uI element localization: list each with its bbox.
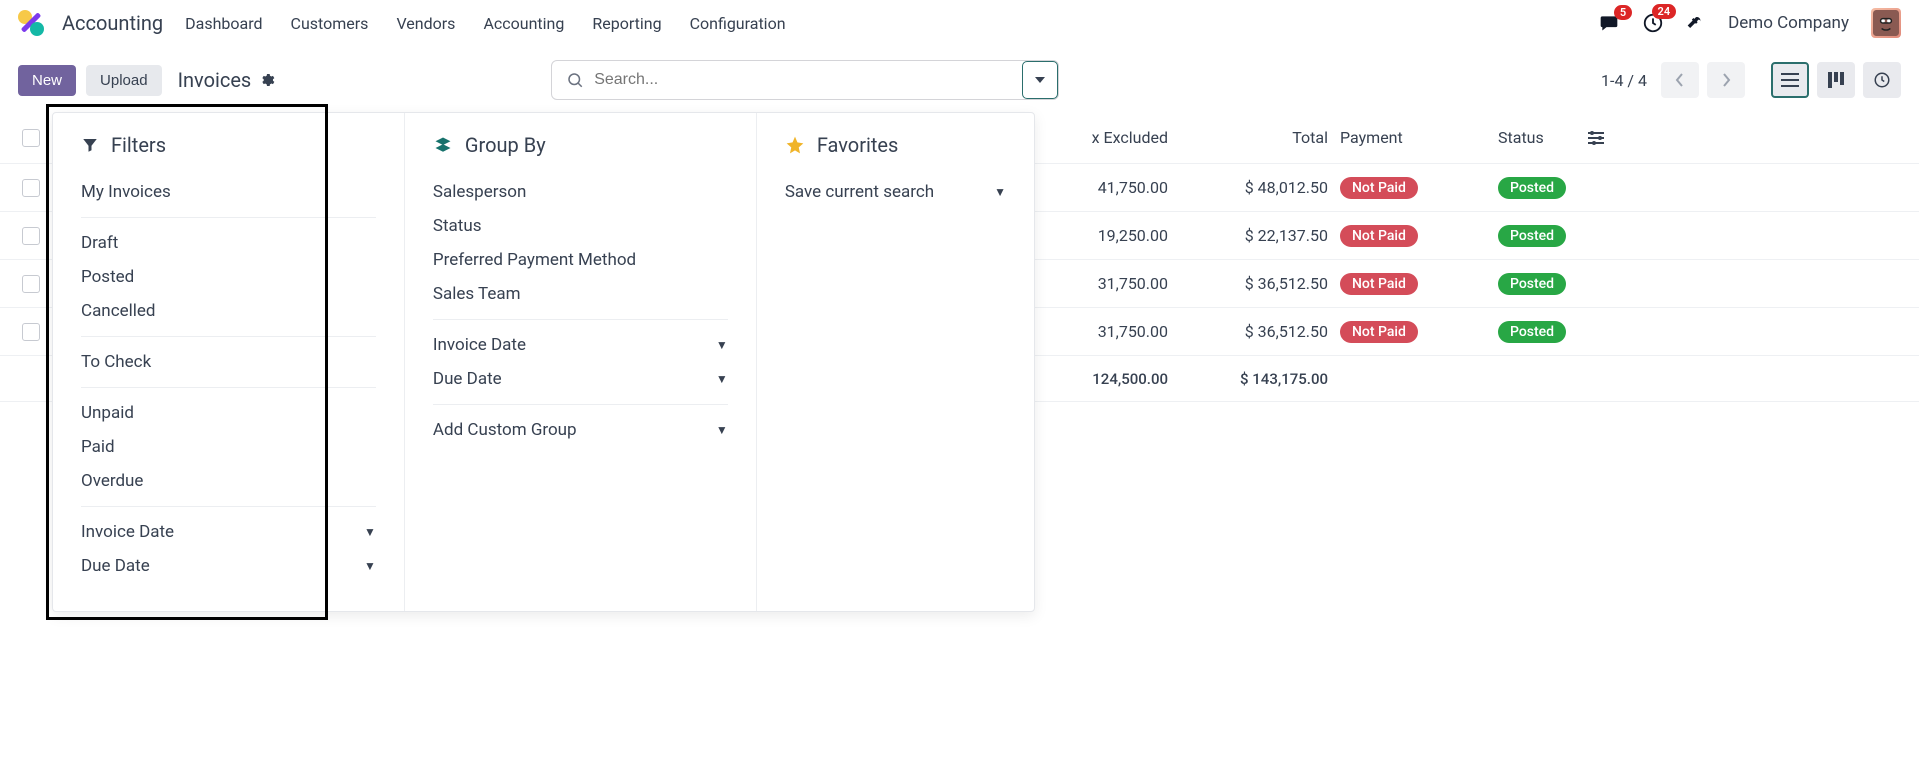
messages-badge: 5 <box>1614 5 1632 20</box>
pager-prev-button[interactable] <box>1661 62 1699 98</box>
activities-button[interactable]: 24 <box>1642 12 1664 34</box>
row-checkbox[interactable] <box>22 179 40 197</box>
search-box[interactable] <box>551 60 1059 100</box>
groupby-sales-team[interactable]: Sales Team <box>433 277 728 311</box>
search-icon <box>566 71 584 89</box>
groupby-column: Group By Salesperson Status Preferred Pa… <box>404 113 756 611</box>
select-all-checkbox[interactable] <box>22 129 40 147</box>
row-checkbox[interactable] <box>22 275 40 293</box>
caret-down-icon: ▼ <box>716 423 728 437</box>
filters-title: Filters <box>111 133 166 157</box>
new-button[interactable]: New <box>18 65 76 96</box>
filter-cancelled[interactable]: Cancelled <box>81 294 376 328</box>
filter-invoice-date[interactable]: Invoice Date▼ <box>81 515 376 549</box>
caret-down-icon: ▼ <box>716 338 728 352</box>
gear-icon[interactable] <box>259 72 275 88</box>
caret-down-icon: ▼ <box>716 372 728 386</box>
search-options-panel: Filters My Invoices Draft Posted Cancell… <box>52 112 1035 612</box>
nav-accounting[interactable]: Accounting <box>483 14 564 33</box>
kanban-icon <box>1828 72 1844 88</box>
groupby-add-custom[interactable]: Add Custom Group▼ <box>433 413 728 447</box>
filter-my-invoices[interactable]: My Invoices <box>81 175 376 209</box>
app-name: Accounting <box>62 11 163 35</box>
control-bar: New Upload Invoices 1-4 / 4 <box>0 46 1919 112</box>
row-checkbox[interactable] <box>22 323 40 341</box>
groupby-invoice-date[interactable]: Invoice Date▼ <box>433 328 728 362</box>
groupby-due-date[interactable]: Due Date▼ <box>433 362 728 396</box>
caret-down-icon <box>1035 75 1045 85</box>
company-name[interactable]: Demo Company <box>1728 13 1849 33</box>
status-badge: Posted <box>1498 225 1566 247</box>
filter-overdue[interactable]: Overdue <box>81 464 376 498</box>
nav-vendors[interactable]: Vendors <box>396 14 455 33</box>
col-status[interactable]: Status <box>1438 128 1588 147</box>
payment-badge: Not Paid <box>1340 273 1418 295</box>
col-total[interactable]: Total <box>1168 128 1328 147</box>
filter-unpaid[interactable]: Unpaid <box>81 396 376 430</box>
filters-column: Filters My Invoices Draft Posted Cancell… <box>53 113 404 611</box>
chevron-left-icon <box>1675 73 1685 87</box>
nav-links: Dashboard Customers Vendors Accounting R… <box>185 14 785 33</box>
avatar[interactable] <box>1871 8 1901 38</box>
nav-reporting[interactable]: Reporting <box>592 14 661 33</box>
nav-customers[interactable]: Customers <box>291 14 369 33</box>
caret-down-icon: ▼ <box>364 525 376 539</box>
search-input[interactable] <box>584 71 1022 89</box>
pager-next-button[interactable] <box>1707 62 1745 98</box>
layers-icon <box>433 136 453 154</box>
breadcrumb-text: Invoices <box>178 68 252 92</box>
list-icon <box>1781 73 1799 87</box>
filter-due-date[interactable]: Due Date▼ <box>81 549 376 583</box>
payment-badge: Not Paid <box>1340 225 1418 247</box>
caret-down-icon: ▼ <box>994 185 1006 199</box>
groupby-salesperson[interactable]: Salesperson <box>433 175 728 209</box>
nav-dashboard[interactable]: Dashboard <box>185 14 262 33</box>
status-badge: Posted <box>1498 321 1566 343</box>
search-options-toggle[interactable] <box>1022 61 1058 99</box>
groupby-status[interactable]: Status <box>433 209 728 243</box>
groupby-payment-method[interactable]: Preferred Payment Method <box>433 243 728 277</box>
chevron-right-icon <box>1721 73 1731 87</box>
filter-to-check[interactable]: To Check <box>81 345 376 379</box>
nav-configuration[interactable]: Configuration <box>690 14 786 33</box>
favorites-save-search[interactable]: Save current search▼ <box>785 175 1006 209</box>
breadcrumb: Invoices <box>178 68 276 92</box>
tools-button[interactable] <box>1686 13 1706 33</box>
col-payment[interactable]: Payment <box>1328 128 1438 147</box>
status-badge: Posted <box>1498 177 1566 199</box>
payment-badge: Not Paid <box>1340 177 1418 199</box>
caret-down-icon: ▼ <box>364 559 376 573</box>
groupby-title: Group By <box>465 133 546 157</box>
col-tax-excluded[interactable]: x Excluded <box>1048 128 1168 147</box>
favorites-title: Favorites <box>817 133 899 157</box>
star-icon <box>785 135 805 155</box>
payment-badge: Not Paid <box>1340 321 1418 343</box>
filter-draft[interactable]: Draft <box>81 226 376 260</box>
row-checkbox[interactable] <box>22 227 40 245</box>
filter-posted[interactable]: Posted <box>81 260 376 294</box>
view-list-button[interactable] <box>1771 62 1809 98</box>
avatar-icon <box>1873 10 1899 36</box>
tools-icon <box>1686 13 1706 33</box>
pager-text: 1-4 / 4 <box>1601 71 1647 90</box>
favorites-column: Favorites Save current search▼ <box>756 113 1034 611</box>
sliders-icon <box>1588 131 1604 145</box>
filter-paid[interactable]: Paid <box>81 430 376 464</box>
messages-button[interactable]: 5 <box>1598 13 1620 33</box>
top-nav: Accounting Dashboard Customers Vendors A… <box>0 0 1919 46</box>
table-options-button[interactable] <box>1588 131 1628 145</box>
clock-outline-icon <box>1873 71 1891 89</box>
view-activity-button[interactable] <box>1863 62 1901 98</box>
funnel-icon <box>81 136 99 154</box>
app-logo-icon <box>18 10 44 36</box>
upload-button[interactable]: Upload <box>86 65 162 96</box>
view-kanban-button[interactable] <box>1817 62 1855 98</box>
status-badge: Posted <box>1498 273 1566 295</box>
activities-badge: 24 <box>1652 4 1677 19</box>
